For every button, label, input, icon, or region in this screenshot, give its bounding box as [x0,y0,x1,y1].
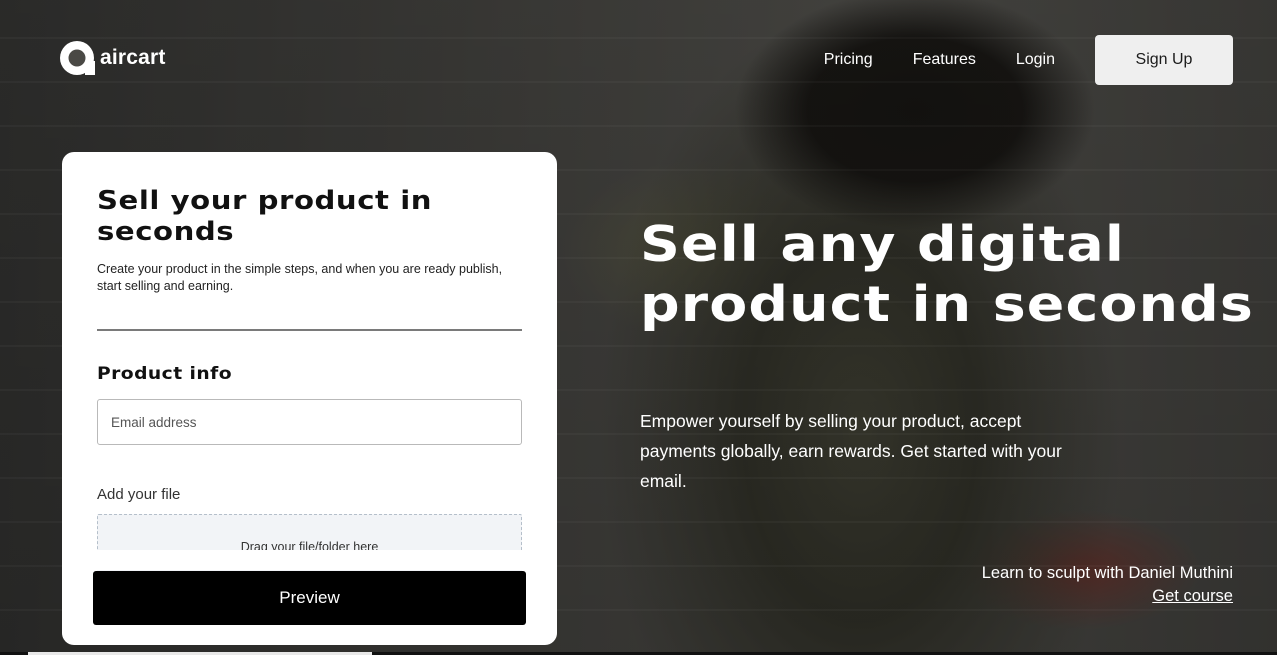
form-divider [97,329,522,331]
email-input[interactable] [97,399,522,445]
photo-credit: Learn to sculpt with Daniel Muthini Get … [982,562,1233,608]
sign-up-button[interactable]: Sign Up [1095,35,1233,85]
nav-link-login[interactable]: Login [1016,51,1055,69]
nav-link-pricing[interactable]: Pricing [824,51,873,69]
scroll-mask [62,550,557,570]
top-navigation: Pricing Features Login Sign Up [824,35,1233,85]
product-form-card: Sell your product in seconds Create your… [62,152,557,645]
hero-subtitle: Empower yourself by selling your product… [640,411,1062,491]
brand-logo[interactable]: aircart [58,38,166,78]
product-info-heading: Product info [97,364,233,384]
brand-name: aircart [100,46,166,69]
nav-link-features[interactable]: Features [913,51,976,69]
add-file-label: Add your file [97,486,181,503]
aircart-logo-icon [60,41,95,75]
form-subtitle: Create your product in the simple steps,… [97,262,503,293]
credit-text: Learn to sculpt with Daniel Muthini [981,564,1233,582]
hero-title: Sell any digital product in seconds [640,216,1255,333]
form-title: Sell your product in seconds [97,186,433,247]
get-course-link[interactable]: Get course [1152,587,1233,605]
preview-button[interactable]: Preview [93,571,526,625]
